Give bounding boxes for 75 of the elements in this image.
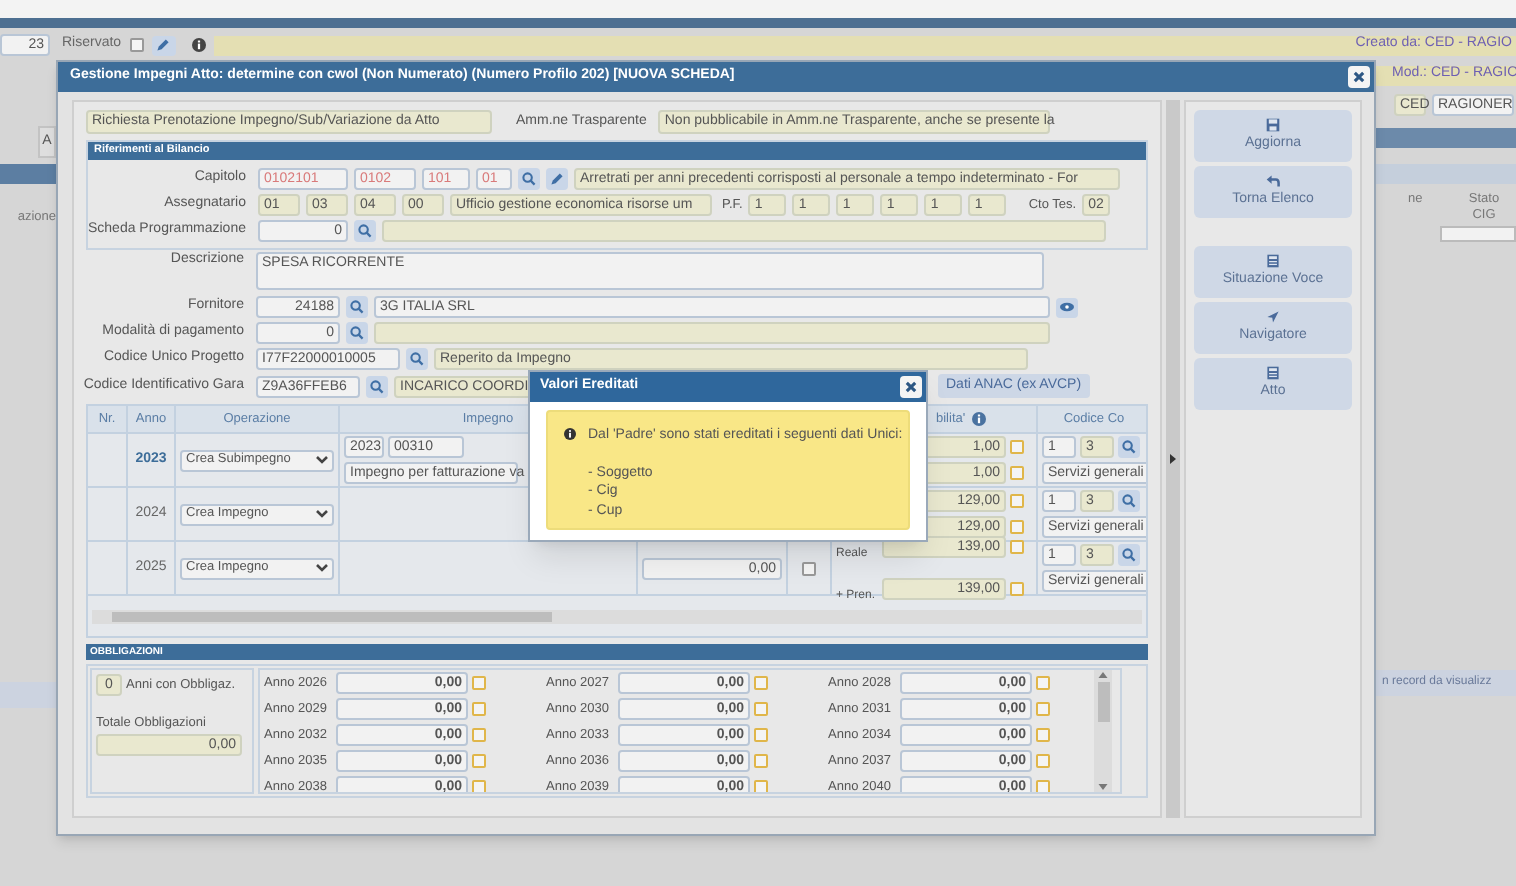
splitter[interactable] — [1166, 100, 1180, 818]
input-field[interactable] — [382, 220, 1106, 242]
checkbox[interactable] — [754, 676, 768, 690]
checkbox[interactable] — [1036, 728, 1050, 742]
back-arrow-icon — [1266, 174, 1280, 189]
search-icon — [410, 352, 424, 366]
checkbox[interactable] — [472, 754, 486, 768]
edit-button[interactable] — [546, 168, 568, 190]
checkbox[interactable] — [1010, 440, 1024, 454]
checkbox[interactable] — [1010, 494, 1024, 508]
scroll-down-icon[interactable] — [1098, 784, 1108, 790]
checkbox[interactable] — [754, 702, 768, 716]
close-icon — [904, 380, 918, 394]
horizontal-scrollbar[interactable] — [92, 610, 1142, 624]
checkbox[interactable] — [754, 728, 768, 742]
close-button[interactable] — [1348, 66, 1370, 88]
pencil-icon — [550, 172, 564, 186]
eye-icon — [1060, 302, 1074, 312]
search-button[interactable] — [354, 220, 376, 242]
info-icon — [971, 412, 986, 426]
search-icon — [350, 326, 364, 340]
checkbox[interactable] — [1036, 780, 1050, 792]
search-button[interactable] — [346, 296, 368, 318]
checkbox[interactable] — [1036, 676, 1050, 690]
search-icon — [1122, 548, 1136, 562]
checkbox[interactable] — [472, 728, 486, 742]
info-icon — [564, 428, 576, 440]
search-button[interactable] — [518, 168, 540, 190]
save-icon — [1266, 118, 1280, 133]
header-bar — [0, 164, 56, 184]
search-icon — [522, 172, 536, 186]
checkbox[interactable] — [754, 780, 768, 792]
input-field[interactable] — [374, 322, 1050, 344]
checkbox[interactable] — [472, 676, 486, 690]
checkbox[interactable] — [1010, 539, 1024, 554]
info-icon — [191, 38, 206, 52]
checkbox[interactable] — [129, 38, 144, 52]
vertical-scrollbar[interactable] — [1094, 670, 1112, 792]
checkbox[interactable] — [472, 780, 486, 792]
checkbox[interactable] — [754, 754, 768, 768]
chevron-icon — [316, 510, 328, 518]
search-button[interactable] — [366, 375, 388, 397]
chevron-icon — [316, 456, 328, 464]
search-button[interactable] — [406, 348, 428, 370]
toolbar-band — [1376, 164, 1516, 184]
checkbox[interactable] — [1010, 520, 1024, 534]
search-button[interactable] — [346, 322, 368, 344]
expand-icon — [1170, 454, 1176, 464]
close-icon — [1352, 70, 1366, 84]
checkbox[interactable] — [1036, 754, 1050, 768]
pencil-icon — [156, 38, 171, 52]
search-icon — [350, 300, 364, 314]
search-icon — [1122, 494, 1136, 508]
checkbox[interactable] — [1036, 702, 1050, 716]
header-bar — [1376, 128, 1516, 148]
edit-button[interactable] — [151, 35, 176, 55]
chevron-icon — [316, 564, 328, 572]
checkbox[interactable] — [802, 561, 816, 575]
calculator-icon — [1266, 366, 1280, 381]
status-band — [0, 681, 56, 708]
scroll-up-icon[interactable] — [1098, 672, 1108, 678]
search-icon — [1122, 440, 1136, 454]
checkbox[interactable] — [1010, 466, 1024, 480]
checkbox[interactable] — [472, 702, 486, 716]
view-button[interactable] — [1056, 297, 1078, 317]
input-field[interactable] — [1440, 226, 1516, 242]
checkbox[interactable] — [1010, 582, 1024, 597]
search-button[interactable] — [1118, 544, 1140, 566]
calculator-icon — [1266, 254, 1280, 269]
search-icon — [358, 224, 372, 238]
close-button[interactable] — [900, 376, 922, 398]
search-icon — [370, 379, 384, 393]
send-arrow-icon — [1266, 310, 1280, 325]
search-button[interactable] — [1118, 490, 1140, 512]
search-button[interactable] — [1118, 436, 1140, 458]
